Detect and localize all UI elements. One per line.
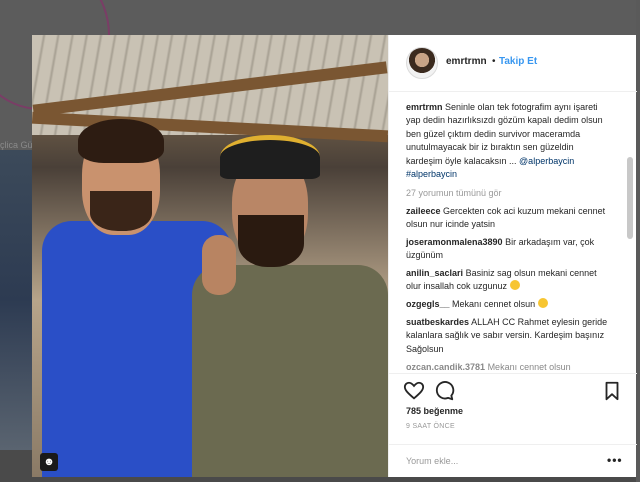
- comment-item: zaileece Gercekten cok aci kuzum mekani …: [406, 205, 612, 232]
- photo-person-right: [192, 135, 388, 477]
- follow-button[interactable]: Takip Et: [499, 56, 537, 67]
- post-caption: emrtrmn Seninle olan tek fotografim aynı…: [406, 101, 612, 181]
- post-modal: ☻ emrtrmn • Takip Et emrtrmn Seninle ola…: [32, 35, 637, 477]
- background-photo: [0, 150, 32, 450]
- post-timestamp: 9 SAAT ÖNCE: [406, 423, 455, 430]
- comment-item: joseramonmalena3890 Bir arkadaşım var, ç…: [406, 236, 612, 263]
- comment-username[interactable]: zaileece: [406, 206, 441, 216]
- like-count[interactable]: 785 beğenme: [406, 406, 463, 416]
- add-comment-bar: •••: [389, 444, 637, 478]
- background-text: çlica Gü: [0, 140, 33, 150]
- post-sidebar: emrtrmn • Takip Et emrtrmn Seninle olan …: [388, 35, 637, 477]
- comment-input[interactable]: [406, 453, 586, 469]
- post-actions: 785 beğenme 9 SAAT ÖNCE •••: [389, 373, 637, 473]
- avatar[interactable]: [406, 47, 438, 79]
- comment-username[interactable]: joseramonmalena3890: [406, 237, 503, 247]
- user-tag-icon[interactable]: ☻: [40, 453, 58, 471]
- comment-item: ozcan.candik.3781 Mekanı cennet olsun: [406, 361, 612, 373]
- comment-item: ozgegls__ Mekanı cennet olsun: [406, 298, 612, 311]
- heart-icon[interactable]: [403, 380, 425, 402]
- post-photo[interactable]: ☻: [32, 35, 388, 477]
- comment-bubble-icon[interactable]: [433, 380, 455, 402]
- comment-username[interactable]: suatbeskardes: [406, 317, 469, 327]
- comment-item: anilin_saclari Basiniz sag olsun mekani …: [406, 267, 612, 294]
- caption-username[interactable]: emrtrmn: [406, 102, 443, 112]
- comment-username[interactable]: ozgegls__: [406, 299, 450, 309]
- view-all-comments-link[interactable]: 27 yorumun tümünü gör: [406, 188, 502, 198]
- comments-scrollbar[interactable]: [627, 157, 633, 239]
- photo-peace-hand: [202, 235, 236, 295]
- bookmark-icon[interactable]: [601, 380, 623, 402]
- comment-username[interactable]: ozcan.candik.3781: [406, 362, 485, 372]
- more-options-button[interactable]: •••: [607, 453, 623, 467]
- post-username[interactable]: emrtrmn: [446, 56, 487, 67]
- comment-text: Mekanı cennet olsun: [487, 362, 571, 372]
- comment-item: suatbeskardes ALLAH CC Rahmet eylesin ge…: [406, 316, 612, 356]
- comment-text: Mekanı cennet olsun: [452, 299, 536, 309]
- disappointed-face-icon: [537, 298, 548, 308]
- comment-username[interactable]: anilin_saclari: [406, 268, 463, 278]
- disappointed-face-icon: [509, 280, 520, 291]
- comments-section[interactable]: emrtrmn Seninle olan tek fotografim aynı…: [389, 93, 637, 373]
- post-header: emrtrmn • Takip Et: [389, 35, 637, 92]
- separator-dot: •: [492, 56, 496, 67]
